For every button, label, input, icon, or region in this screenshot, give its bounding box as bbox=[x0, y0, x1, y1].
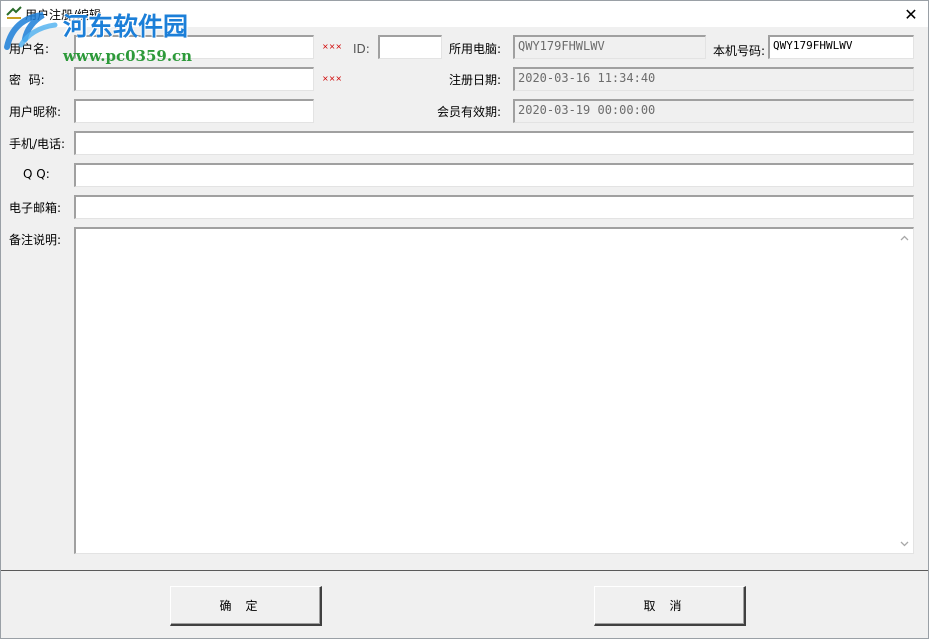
chevron-down-icon bbox=[900, 541, 908, 547]
machine-code-field: QWY179FHWLWV bbox=[768, 35, 914, 59]
email-input[interactable] bbox=[74, 195, 914, 219]
close-button[interactable]: ✕ bbox=[894, 1, 928, 27]
chevron-up-icon bbox=[900, 235, 908, 241]
notes-textarea[interactable] bbox=[74, 227, 914, 554]
notes-label: 备注说明: bbox=[9, 233, 62, 247]
watermark-url: www.pc0359.cn bbox=[63, 47, 193, 65]
qq-label: Q Q: bbox=[23, 167, 50, 181]
phone-input[interactable] bbox=[74, 131, 914, 155]
qq-input[interactable] bbox=[74, 163, 914, 187]
expiry-field: 2020-03-19 00:00:00 bbox=[513, 99, 914, 123]
phone-label: 手机/电话: bbox=[9, 137, 66, 151]
password-input[interactable] bbox=[74, 67, 314, 91]
cancel-button[interactable]: 取消 bbox=[594, 586, 746, 626]
id-input[interactable] bbox=[378, 35, 442, 59]
scroll-down-button[interactable] bbox=[897, 537, 911, 551]
watermark: 河东软件园 www.pc0359.cn bbox=[1, 7, 201, 67]
password-required-mark: ××× bbox=[322, 74, 343, 83]
password-label: 密 码: bbox=[9, 73, 45, 87]
nickname-input[interactable] bbox=[74, 99, 314, 123]
user-register-dialog: 用户注册/编辑 ✕ 用户名: ××× ID: 所用电脑: QWY179FHWLW… bbox=[0, 0, 929, 639]
watermark-title: 河东软件园 bbox=[63, 12, 189, 41]
scroll-up-button[interactable] bbox=[897, 231, 911, 245]
nickname-label: 用户昵称: bbox=[9, 105, 62, 119]
close-icon: ✕ bbox=[904, 4, 918, 24]
username-required-mark: ××× bbox=[322, 42, 343, 51]
footer-divider bbox=[1, 570, 928, 571]
expiry-label: 会员有效期: bbox=[437, 105, 502, 119]
machine-code-label: 本机号码: bbox=[713, 44, 766, 58]
computer-field: QWY179FHWLWV bbox=[513, 35, 706, 59]
register-date-field: 2020-03-16 11:34:40 bbox=[513, 67, 914, 91]
id-label: ID: bbox=[353, 42, 370, 56]
watermark-logo-icon bbox=[4, 12, 58, 50]
ok-button[interactable]: 确定 bbox=[170, 586, 322, 626]
email-label: 电子邮箱: bbox=[9, 201, 62, 215]
register-date-label: 注册日期: bbox=[449, 73, 502, 87]
computer-label: 所用电脑: bbox=[449, 42, 502, 56]
